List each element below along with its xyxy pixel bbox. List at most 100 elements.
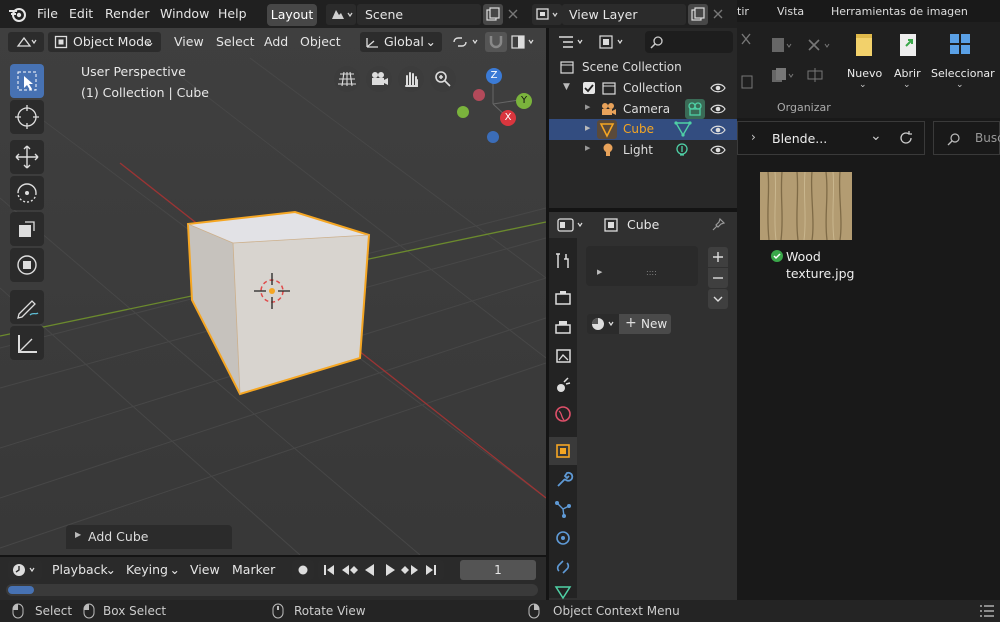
playback-menu[interactable]: Playback ⌄: [46, 560, 116, 580]
menu-object[interactable]: Object: [300, 34, 341, 49]
tool-cursor[interactable]: [10, 100, 44, 134]
zoom-view-button[interactable]: [430, 66, 456, 92]
menu-add[interactable]: Add: [264, 34, 288, 49]
outliner-row-cube[interactable]: ▶ Cube: [549, 119, 737, 140]
ribbon-tab-view[interactable]: Vista: [777, 5, 804, 18]
new-scene-button[interactable]: [483, 4, 503, 25]
outliner-search-input[interactable]: [645, 31, 733, 53]
expand-arrow-icon[interactable]: ▶: [585, 144, 590, 152]
tool-transform[interactable]: [10, 248, 44, 282]
view-layer-selector[interactable]: [532, 4, 562, 25]
gizmo-x-axis[interactable]: X: [500, 110, 516, 126]
open-button[interactable]: Abrir ⌄: [888, 26, 928, 114]
tool-rotate[interactable]: [10, 176, 44, 210]
file-name-line2[interactable]: texture.jpg: [786, 266, 854, 281]
copy-to-icon[interactable]: [770, 66, 794, 86]
outliner-row-scene-collection[interactable]: Scene Collection: [549, 57, 737, 77]
eye-icon[interactable]: [710, 102, 726, 116]
tab-output[interactable]: [552, 316, 574, 338]
eye-icon[interactable]: [710, 143, 726, 157]
prev-keyframe-icon[interactable]: [342, 565, 358, 575]
timeline-menu-marker[interactable]: Marker: [232, 562, 275, 577]
select-button[interactable]: Seleccionar ⌄: [930, 26, 995, 114]
collection-checkbox[interactable]: [583, 82, 595, 94]
list-resize-grip[interactable]: ::::: [646, 268, 657, 277]
tool-scale[interactable]: [10, 212, 44, 246]
tab-layout[interactable]: Layout: [267, 4, 317, 26]
new-button[interactable]: Nuevo ⌄: [844, 26, 884, 114]
pivot-point-dropdown[interactable]: [449, 32, 483, 52]
material-browse-dropdown[interactable]: [587, 314, 619, 334]
close-scene-icon[interactable]: [505, 6, 521, 22]
tab-view-layer[interactable]: [552, 345, 574, 367]
close-view-layer-icon[interactable]: [710, 6, 726, 22]
address-bar[interactable]: › Blende... ⌄: [737, 121, 925, 155]
menu-edit[interactable]: Edit: [69, 6, 93, 21]
gizmo-z-axis[interactable]: Z: [486, 68, 502, 84]
snap-toggle[interactable]: [485, 32, 507, 52]
camera-data-icon[interactable]: [685, 99, 705, 119]
view-layer-field[interactable]: View Layer: [562, 4, 686, 25]
next-keyframe-icon[interactable]: [401, 565, 418, 575]
mesh-data-icon[interactable]: [674, 121, 692, 137]
eye-icon[interactable]: [710, 81, 726, 95]
slot-specials-button[interactable]: [708, 289, 728, 309]
pan-view-button[interactable]: [398, 66, 424, 92]
menu-render[interactable]: Render: [105, 6, 150, 21]
outliner-row-camera[interactable]: ▶ Camera: [549, 99, 737, 119]
gizmo-y-axis[interactable]: Y: [516, 93, 532, 109]
snap-settings-dropdown[interactable]: [509, 32, 539, 52]
remove-slot-button[interactable]: [708, 268, 728, 288]
toggle-camera-view-button[interactable]: [334, 66, 360, 92]
tab-physics[interactable]: [552, 527, 574, 549]
details-view-icon[interactable]: [978, 603, 996, 619]
tool-measure[interactable]: [10, 326, 44, 360]
outliner-row-light[interactable]: ▶ Light: [549, 140, 737, 160]
new-material-button[interactable]: + New: [619, 314, 671, 334]
timeline-playhead-range[interactable]: [8, 586, 34, 594]
explorer-search-input[interactable]: Busc: [933, 121, 1000, 155]
menu-file[interactable]: File: [37, 6, 58, 21]
tab-data[interactable]: [552, 584, 574, 600]
timeline-menu-view[interactable]: View: [190, 562, 220, 577]
scene-selector[interactable]: [326, 4, 356, 25]
outliner-row-collection[interactable]: ▼ Collection: [549, 78, 737, 98]
object-mode-dropdown[interactable]: Object Mode ⌄: [48, 32, 161, 52]
timeline-scrollbar[interactable]: [6, 584, 538, 596]
menu-help[interactable]: Help: [218, 6, 247, 21]
refresh-icon[interactable]: [898, 130, 914, 146]
pin-icon[interactable]: [710, 217, 726, 233]
jump-start-icon[interactable]: [324, 565, 334, 575]
tool-move[interactable]: [10, 140, 44, 174]
tab-render[interactable]: [552, 286, 574, 308]
new-view-layer-button[interactable]: [688, 4, 708, 25]
clipboard-icons[interactable]: [740, 32, 754, 96]
editor-type-selector[interactable]: [8, 32, 44, 52]
add-slot-button[interactable]: [708, 247, 728, 267]
delete-icon[interactable]: [806, 36, 834, 56]
rename-icon[interactable]: [806, 66, 824, 86]
camera-view-button[interactable]: [366, 66, 392, 92]
menu-select[interactable]: Select: [216, 34, 255, 49]
display-mode-dropdown[interactable]: [597, 32, 629, 52]
tab-constraints[interactable]: [552, 556, 574, 578]
properties-editor-type[interactable]: [555, 215, 589, 235]
play-icon[interactable]: [386, 564, 395, 576]
outliner-editor-type[interactable]: [555, 32, 589, 52]
tab-scene[interactable]: [552, 374, 574, 396]
wood-texture-thumbnail[interactable]: [760, 172, 852, 240]
blender-logo-icon[interactable]: [8, 5, 28, 23]
tab-world[interactable]: [552, 403, 574, 425]
file-name-line1[interactable]: Wood: [786, 249, 821, 264]
tab-tool[interactable]: [552, 250, 574, 272]
tab-particles[interactable]: [552, 498, 574, 520]
material-slot-list[interactable]: ▶ ::::: [586, 246, 698, 286]
menu-view[interactable]: View: [174, 34, 204, 49]
menu-window[interactable]: Window: [160, 6, 209, 21]
tool-select-box[interactable]: [10, 64, 44, 98]
current-frame-field[interactable]: 1: [460, 560, 536, 580]
breadcrumb[interactable]: Blende...: [772, 131, 827, 146]
expand-arrow-icon[interactable]: ▶: [585, 103, 590, 111]
move-to-icon[interactable]: [770, 36, 794, 56]
chevron-down-icon[interactable]: ⌄: [870, 128, 882, 144]
